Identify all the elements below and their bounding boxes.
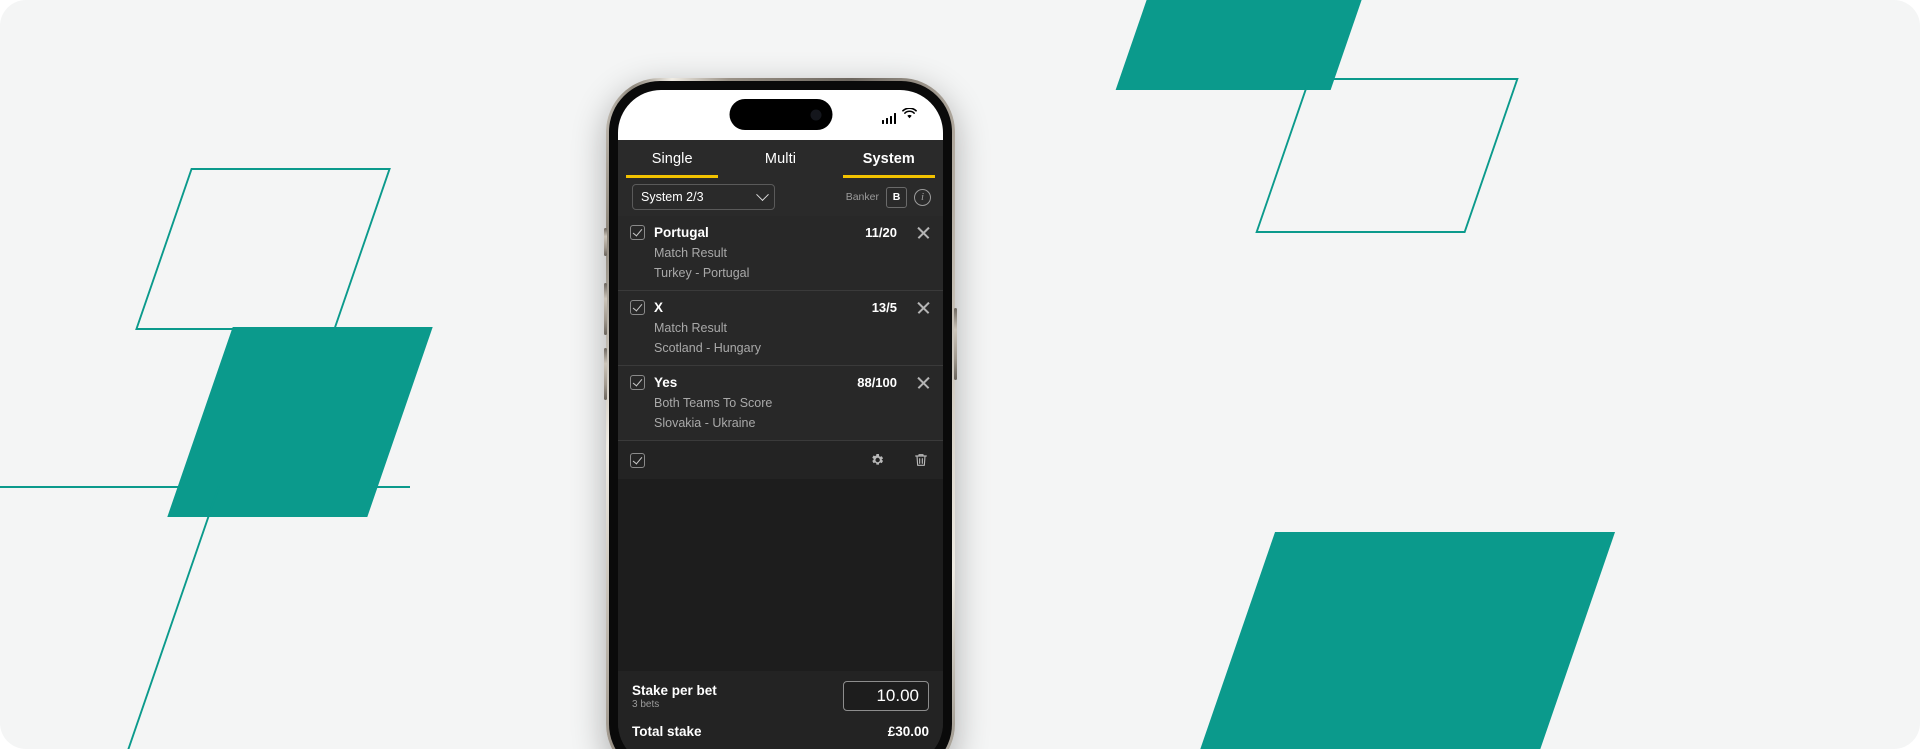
tab-system[interactable]: System bbox=[835, 140, 943, 178]
selection-market: Both Teams To Score bbox=[654, 396, 773, 410]
volume-down-button[interactable] bbox=[604, 348, 607, 400]
remove-selection-icon[interactable] bbox=[916, 225, 931, 240]
selection-row: Yes 88/100 Both Teams To Score Slovakia … bbox=[618, 366, 943, 441]
phone-bezel: Single Multi System System 2/3 Banker B bbox=[609, 81, 952, 749]
phone-screen: Single Multi System System 2/3 Banker B bbox=[618, 90, 943, 749]
selection-odds: 11/20 bbox=[865, 225, 897, 240]
silence-switch[interactable] bbox=[604, 228, 607, 256]
total-stake-row: Total stake £30.00 bbox=[632, 720, 929, 743]
decorative-line-left bbox=[0, 486, 410, 488]
decorative-outline-parallelogram-right bbox=[1255, 78, 1519, 233]
betslip-spacer bbox=[618, 479, 943, 671]
decorative-outline-parallelogram-left bbox=[135, 168, 391, 330]
selection-row: X 13/5 Match Result Scotland - Hungary bbox=[618, 291, 943, 366]
remove-selection-icon[interactable] bbox=[916, 300, 931, 315]
selection-name: Portugal bbox=[654, 225, 709, 240]
selection-event: Slovakia - Ukraine bbox=[654, 416, 756, 430]
system-type-select[interactable]: System 2/3 bbox=[632, 184, 775, 210]
trash-icon[interactable] bbox=[913, 452, 929, 468]
decorative-solid-parallelogram-top-right bbox=[1115, 0, 1376, 90]
dynamic-island bbox=[729, 99, 832, 130]
selection-row: Portugal 11/20 Match Result Turkey - Por… bbox=[618, 216, 943, 291]
selection-market: Match Result bbox=[654, 321, 727, 335]
stake-per-bet-label: Stake per bet bbox=[632, 682, 717, 698]
betslip-app: Single Multi System System 2/3 Banker B bbox=[618, 140, 943, 749]
total-stake-value: £30.00 bbox=[887, 724, 929, 739]
banker-label: Banker bbox=[845, 191, 879, 203]
cellular-signal-icon bbox=[881, 113, 896, 124]
decorative-diagonal-left bbox=[114, 486, 220, 749]
bets-count-label: 3 bets bbox=[632, 698, 660, 710]
select-all-checkbox[interactable] bbox=[630, 452, 645, 468]
stake-label-group: Stake per bet 3 bets bbox=[632, 683, 717, 710]
status-bar bbox=[618, 90, 943, 140]
total-stake-label: Total stake bbox=[632, 724, 702, 739]
betslip-summary: Stake per bet 3 bets 10.00 Total stake £… bbox=[618, 671, 943, 749]
power-button[interactable] bbox=[954, 308, 957, 380]
selection-event: Scotland - Hungary bbox=[654, 341, 762, 355]
tab-single[interactable]: Single bbox=[618, 140, 726, 178]
selection-market: Match Result bbox=[654, 246, 727, 260]
selection-checkbox[interactable] bbox=[630, 300, 645, 315]
phone-mockup: Single Multi System System 2/3 Banker B bbox=[604, 78, 957, 749]
betslip-tabs: Single Multi System bbox=[618, 140, 943, 178]
wifi-icon bbox=[902, 106, 917, 124]
front-camera-icon bbox=[810, 109, 821, 120]
selection-checkbox[interactable] bbox=[630, 225, 645, 240]
decorative-solid-parallelogram-left bbox=[167, 327, 433, 517]
banker-group: Banker B i bbox=[845, 186, 931, 208]
selection-odds: 88/100 bbox=[857, 375, 897, 390]
status-icons bbox=[881, 106, 918, 124]
selection-checkbox[interactable] bbox=[630, 375, 645, 390]
page-root: Single Multi System System 2/3 Banker B bbox=[0, 0, 1920, 749]
decorative-solid-parallelogram-bottom-right bbox=[1188, 532, 1616, 749]
info-icon[interactable]: i bbox=[914, 188, 931, 206]
system-controls-row: System 2/3 Banker B i bbox=[618, 178, 943, 216]
selection-event: Turkey - Portugal bbox=[654, 266, 750, 280]
selection-name: Yes bbox=[654, 375, 678, 390]
action-icons bbox=[869, 452, 929, 468]
stake-input[interactable]: 10.00 bbox=[843, 681, 929, 711]
possible-winnings-row: Possible winnings £152.62 bbox=[632, 743, 929, 749]
chevron-down-icon bbox=[756, 187, 769, 201]
tab-multi[interactable]: Multi bbox=[726, 140, 834, 178]
volume-up-button[interactable] bbox=[604, 283, 607, 335]
banker-toggle-button[interactable]: B bbox=[886, 186, 907, 208]
selection-odds: 13/5 bbox=[871, 300, 897, 315]
gear-icon[interactable] bbox=[869, 452, 885, 468]
selection-list: Portugal 11/20 Match Result Turkey - Por… bbox=[618, 216, 943, 441]
betslip-action-row bbox=[618, 441, 943, 479]
remove-selection-icon[interactable] bbox=[916, 375, 931, 390]
system-type-value: System 2/3 bbox=[641, 190, 704, 204]
stake-per-bet-row: Stake per bet 3 bets 10.00 bbox=[632, 681, 929, 720]
selection-name: X bbox=[654, 300, 664, 315]
